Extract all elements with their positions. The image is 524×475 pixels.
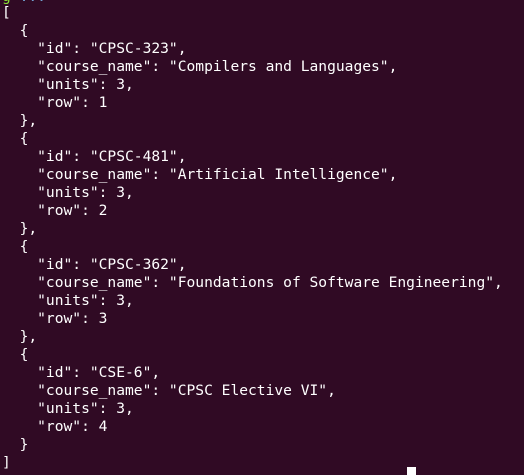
output-line: { [2,130,29,147]
output-line: "row": 2 [2,202,108,219]
output-line: ] [2,454,11,471]
output-line: { [2,22,29,39]
output-line: "id": "CSE-6", [2,364,161,381]
output-line: }, [2,220,38,237]
output-line: "row": 3 [2,310,108,327]
output-line: } [2,436,29,453]
text-cursor [407,467,416,475]
output-line: { [2,346,29,363]
output-line: "id": "CPSC-362", [2,256,187,273]
output-line: "course_name": "Foundations of Software … [2,274,503,291]
prompt-path: ... [20,0,46,5]
output-line: [ [2,4,11,21]
output-line: "course_name": "Artificial Intelligence"… [2,166,398,183]
output-line: }, [2,112,38,129]
output-line: }, [2,328,38,345]
output-line: "course_name": "Compilers and Languages"… [2,58,398,75]
output-line: "units": 3, [2,292,134,309]
output-line: "id": "CPSC-323", [2,40,187,57]
output-line: "row": 1 [2,94,108,111]
terminal-window[interactable]: g ... [ { "id": "CPSC-323", "course_name… [0,0,524,475]
output-line: "id": "CPSC-481", [2,148,187,165]
output-line: { [2,238,29,255]
output-line: "row": 4 [2,418,108,435]
output-line: "course_name": "CPSC Elective VI", [2,382,336,399]
output-line: "units": 3, [2,184,134,201]
output-line: "units": 3, [2,400,134,417]
output-line: "units": 3, [2,76,134,93]
